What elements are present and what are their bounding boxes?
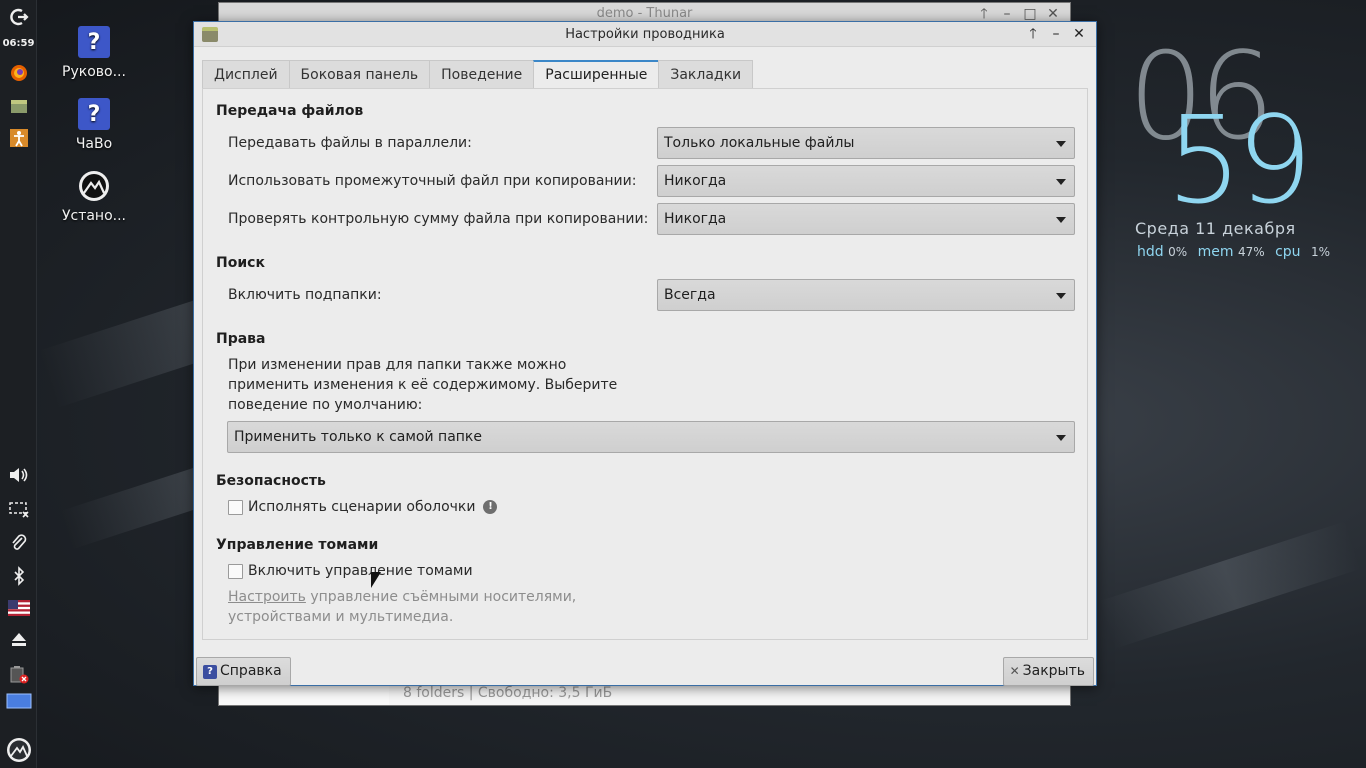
volume-management-row: Включить управление томами <box>228 563 473 579</box>
permissions-description-1: При изменении прав для папки также можно <box>228 357 567 373</box>
intermediate-file-value: Никогда <box>664 173 727 189</box>
help-button-label: Справка <box>220 663 282 679</box>
installer-logo-icon <box>78 170 110 202</box>
permissions-description-3: поведение по умолчанию: <box>228 397 423 413</box>
tab-display[interactable]: Дисплей <box>202 60 290 89</box>
us-flag-icon[interactable] <box>5 595 32 621</box>
conky-stats: hdd 0% mem 47% cpu 1% <box>1137 244 1336 260</box>
workspace-icon[interactable] <box>5 688 32 714</box>
volume-management-checkbox[interactable] <box>228 563 243 579</box>
keep-above-icon[interactable]: 🡑 <box>1024 25 1042 43</box>
conky-date: Среда 11 декабря <box>1135 219 1296 238</box>
chevron-down-icon <box>1056 293 1066 299</box>
tab-advanced[interactable]: Расширенные <box>533 60 660 89</box>
clipboard-icon[interactable] <box>5 530 32 556</box>
chevron-down-icon <box>1056 141 1066 147</box>
subfolders-select[interactable]: Всегда <box>657 279 1075 311</box>
checksum-select[interactable]: Никогда <box>657 203 1075 235</box>
intermediate-file-select[interactable]: Никогда <box>657 165 1075 197</box>
left-panel: 06:59 <box>0 0 37 768</box>
search-title: Поиск <box>216 255 265 271</box>
help-button[interactable]: ? Справка <box>196 657 291 686</box>
mouse-cursor-icon <box>371 572 381 588</box>
parallel-transfer-value: Только локальные файлы <box>664 135 855 151</box>
volume-icon[interactable] <box>5 462 32 488</box>
warning-info-icon: ! <box>483 500 498 514</box>
close-button[interactable]: ✕ Закрыть <box>1002 657 1094 686</box>
parallel-transfer-label: Передавать файлы в параллели: <box>228 135 472 151</box>
intermediate-file-label: Использовать промежуточный файл при копи… <box>228 173 637 189</box>
configure-text-2: устройствами и мультимедиа. <box>228 609 454 625</box>
display-icon[interactable] <box>5 496 32 522</box>
battery-icon[interactable] <box>5 661 32 687</box>
chevron-down-icon <box>1056 435 1066 441</box>
permissions-select[interactable]: Применить только к самой папке <box>227 421 1075 453</box>
tab-bar: Дисплей Боковая панель Поведение Расшире… <box>202 60 754 89</box>
chevron-down-icon <box>1056 217 1066 223</box>
tab-side-pane[interactable]: Боковая панель <box>288 60 431 89</box>
file-manager-icon[interactable] <box>5 93 32 119</box>
help-document-icon: ? <box>78 98 110 130</box>
desktop-icon-label: ЧаВо <box>75 136 113 152</box>
desktop-icon-faq[interactable]: ? ЧаВо <box>58 98 130 152</box>
desktop-icon-manual[interactable]: ? Руково... <box>58 26 130 80</box>
cpu-label: cpu <box>1275 244 1301 260</box>
shell-scripts-checkbox[interactable] <box>228 499 243 515</box>
dialog-title: Настройки проводника <box>565 27 725 42</box>
advanced-tab-content: Передача файлов Передавать файлы в парал… <box>202 88 1088 640</box>
checksum-label: Проверять контрольную сумму файла при ко… <box>228 211 649 227</box>
cpu-value: 1% <box>1311 245 1331 259</box>
volume-management-title: Управление томами <box>216 537 379 553</box>
hdd-label: hdd <box>1137 244 1164 260</box>
permissions-description-2: применить изменения к её содержимому. Вы… <box>228 377 618 393</box>
settings-dialog[interactable]: Настройки проводника 🡑 – ✕ Дисплей Боков… <box>193 21 1097 686</box>
help-icon: ? <box>203 664 217 679</box>
minimize-icon[interactable]: – <box>1047 25 1065 43</box>
bluetooth-icon[interactable] <box>5 563 32 589</box>
mem-label: mem <box>1197 244 1234 260</box>
close-button-label: Закрыть <box>1022 663 1085 679</box>
help-document-icon: ? <box>78 26 110 58</box>
desktop-icon-installer[interactable]: Устано... <box>58 170 130 224</box>
firefox-icon[interactable] <box>5 60 32 86</box>
conky-minute: 59 <box>1166 92 1313 231</box>
tab-behavior[interactable]: Поведение <box>429 60 535 89</box>
subfolders-value: Всегда <box>664 287 716 303</box>
checksum-value: Никогда <box>664 211 727 227</box>
parallel-transfer-select[interactable]: Только локальные файлы <box>657 127 1075 159</box>
security-title: Безопасность <box>216 473 326 489</box>
mem-value: 47% <box>1237 245 1265 259</box>
eject-icon[interactable] <box>5 626 32 652</box>
close-icon[interactable]: ✕ <box>1070 25 1088 43</box>
desktop-icon-label: Устано... <box>61 208 127 224</box>
wallpaper-streak <box>1098 521 1362 649</box>
desktop-icon-label: Руково... <box>62 64 126 80</box>
configure-text-1: управление съёмными носителями, <box>305 589 577 605</box>
file-transfer-title: Передача файлов <box>216 103 364 119</box>
shell-scripts-row: Исполнять сценарии оболочки ! <box>228 499 498 515</box>
panel-clock[interactable]: 06:59 <box>0 38 37 49</box>
volume-management-label[interactable]: Включить управление томами <box>248 563 473 579</box>
shell-scripts-label[interactable]: Исполнять сценарии оболочки <box>248 499 475 515</box>
permissions-value: Применить только к самой папке <box>234 429 483 445</box>
subfolders-label: Включить подпапки: <box>228 287 382 303</box>
accessibility-icon[interactable] <box>5 125 32 151</box>
hdd-value: 0% <box>1168 245 1188 259</box>
distro-logo-icon[interactable] <box>5 737 32 763</box>
volume-configure-text: Настроить управление съёмными носителями… <box>228 587 576 627</box>
chevron-down-icon <box>1056 179 1066 185</box>
permissions-title: Права <box>216 331 266 347</box>
dialog-titlebar[interactable]: Настройки проводника 🡑 – ✕ <box>194 22 1096 47</box>
tab-bookmarks[interactable]: Закладки <box>658 60 754 89</box>
close-icon: ✕ <box>1009 664 1020 678</box>
configure-link[interactable]: Настроить <box>228 589 306 605</box>
logout-icon[interactable] <box>5 4 32 30</box>
